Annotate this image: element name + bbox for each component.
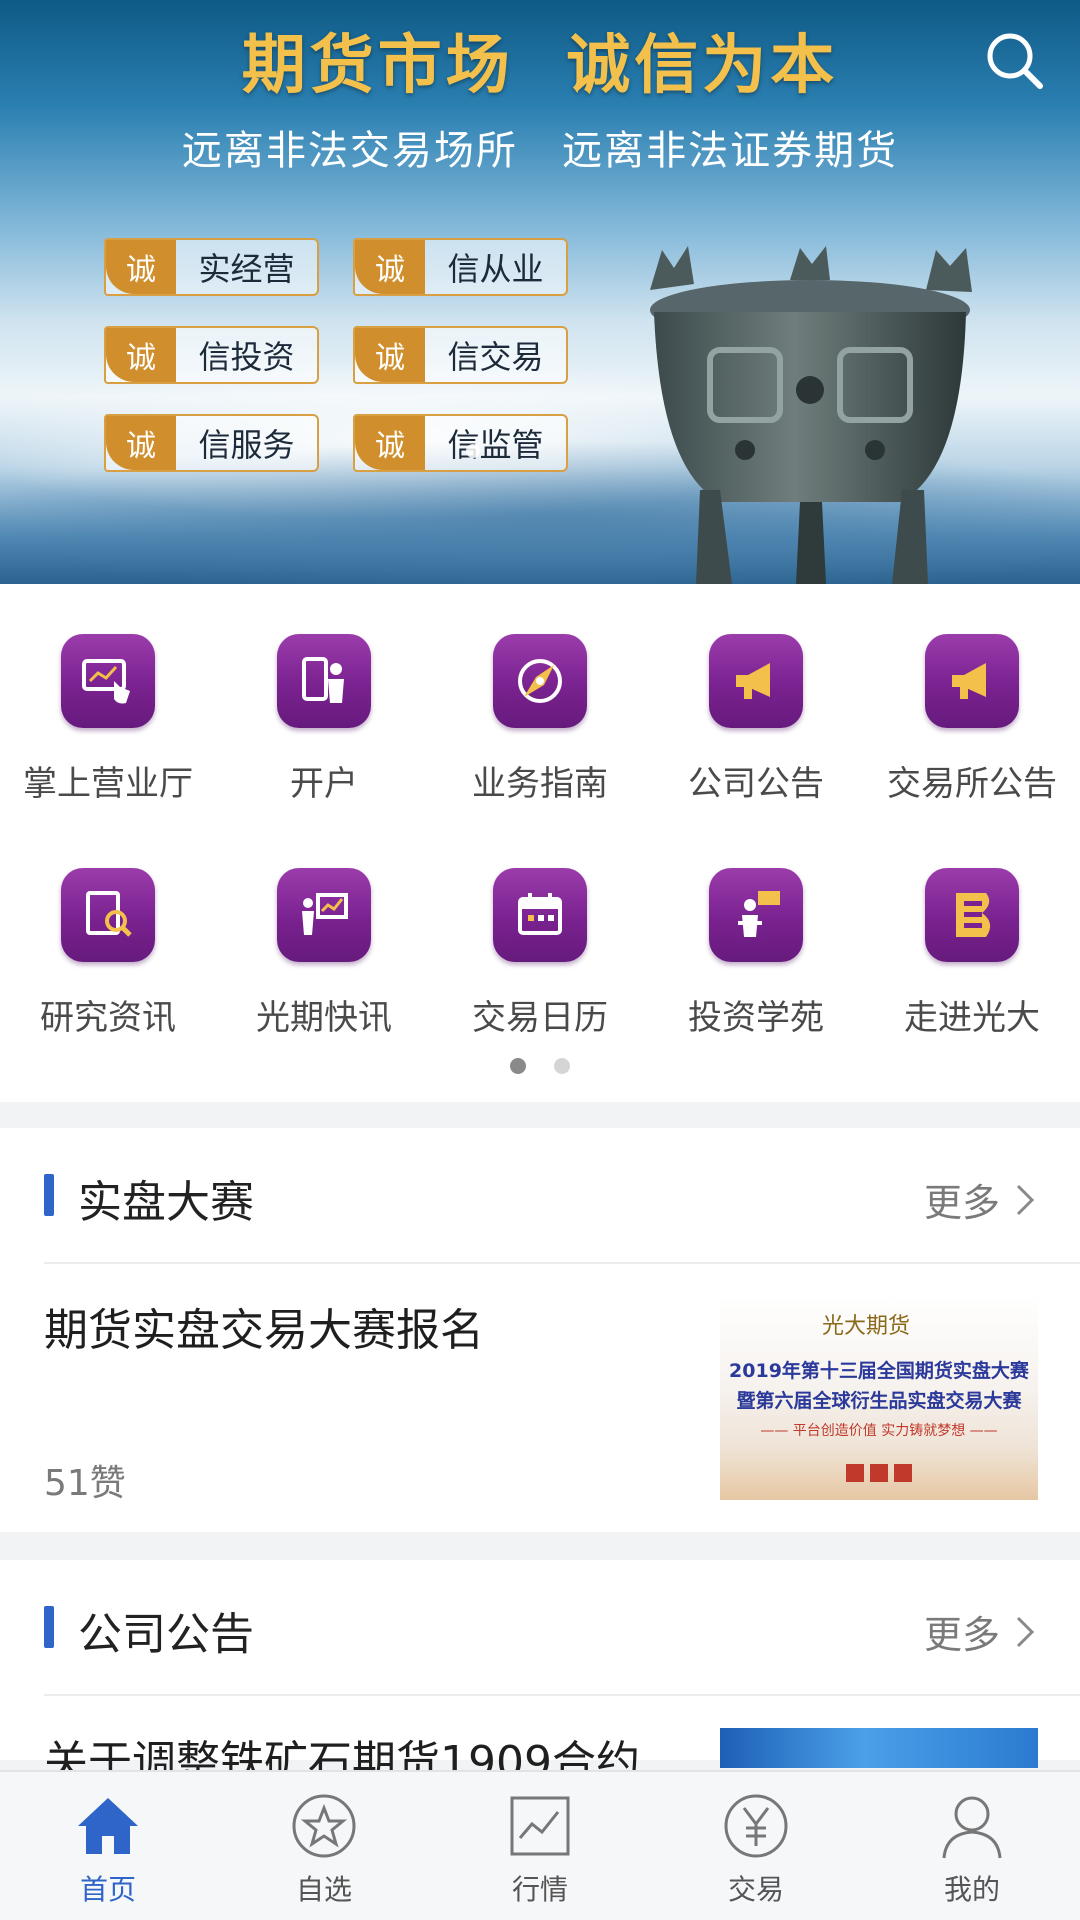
thumbnail-logo: 光大期货 [822, 1314, 911, 1339]
lecturer-icon [709, 868, 803, 962]
quick-menu-grid: 掌上营业厅 开户 业务指南 公司公告 交易所公告 研究资讯 光期快讯 交易日历 … [0, 634, 1080, 1102]
tag-char: 诚 [355, 328, 425, 382]
report-search-icon [61, 868, 155, 962]
menu-item-label: 交易日历 [472, 998, 608, 1038]
search-icon [987, 33, 1043, 89]
tag-char: 诚 [355, 416, 425, 470]
menu-item-label: 交易所公告 [887, 764, 1057, 804]
tab-market[interactable]: 行情 [432, 1772, 648, 1920]
tab-label: 行情 [511, 1873, 568, 1906]
tag-text: 信服务 [198, 426, 295, 464]
live-contest-section: 实盘大赛 更多 期货实盘交易大赛报名 51赞 光大期货 2019年第十三届全国期… [0, 1128, 1080, 1532]
user-icon [936, 1790, 1008, 1862]
banner-indicator-dot[interactable] [466, 444, 480, 458]
banner-subtitle: 远离非法交易场所 远离非法证券期货 [181, 128, 899, 174]
pager-dot[interactable] [554, 1058, 570, 1074]
search-button[interactable] [982, 28, 1046, 92]
thumbnail-headline-2: 暨第六届全球衍生品实盘交易大赛 [736, 1390, 1022, 1412]
tab-label: 交易 [727, 1873, 784, 1906]
tag-char: 诚 [355, 240, 425, 294]
menu-item-label: 投资学苑 [688, 998, 824, 1038]
article-title[interactable]: 期货实盘交易大赛报名 [44, 1294, 484, 1358]
tablet-touch-icon [61, 634, 155, 728]
article-likes: 51赞 [44, 1463, 126, 1504]
tag-text: 信投资 [198, 338, 295, 376]
divider [44, 1694, 1080, 1696]
integrity-tag: 诚 信投资 [104, 326, 319, 384]
chart-line-icon [504, 1790, 576, 1862]
more-link[interactable]: 更多 [924, 1604, 1036, 1659]
tab-trade[interactable]: 交易 [648, 1772, 864, 1920]
tab-watchlist[interactable]: 自选 [216, 1772, 432, 1920]
menu-item-exchange-notice[interactable]: 交易所公告 [864, 634, 1080, 868]
star-circle-icon [288, 1790, 360, 1862]
tag-text: 实经营 [198, 250, 295, 288]
banner-title: 期货市场 诚信为本 [241, 29, 839, 103]
tab-label: 首页 [79, 1873, 136, 1906]
pager-dot-active[interactable] [510, 1058, 526, 1074]
menu-item-label: 公司公告 [688, 764, 824, 804]
brand-e-icon [925, 868, 1019, 962]
home-icon [72, 1790, 144, 1862]
seal-icon [870, 1464, 888, 1482]
integrity-tag: 诚 实经营 [104, 238, 319, 296]
seal-icon [894, 1464, 912, 1482]
section-header: 实盘大赛 更多 [0, 1128, 1080, 1262]
menu-item-label: 光期快讯 [256, 998, 392, 1038]
tab-label: 我的 [943, 1873, 1000, 1906]
tag-char: 诚 [106, 416, 176, 470]
integrity-tag: 诚 信交易 [353, 326, 568, 384]
chevron-right-icon [1016, 1184, 1035, 1215]
menu-item-label: 开户 [290, 764, 358, 804]
integrity-tag: 诚 信服务 [104, 414, 319, 472]
menu-pager [0, 1058, 1080, 1074]
menu-item-label: 走进光大 [904, 998, 1040, 1038]
section-accent-bar [44, 1174, 54, 1216]
article-thumbnail[interactable] [720, 1728, 1038, 1768]
seal-icon [846, 1464, 864, 1482]
phone-person-icon [277, 634, 371, 728]
more-label: 更多 [923, 1181, 1000, 1225]
quick-menu-panel: 掌上营业厅 开户 业务指南 公司公告 交易所公告 研究资讯 光期快讯 交易日历 … [0, 584, 1080, 1102]
presenter-chart-icon [277, 868, 371, 962]
integrity-tag: 诚 信监管 [353, 414, 568, 472]
section-header: 公司公告 更多 [0, 1560, 1080, 1694]
bottom-tab-bar: 首页 自选 行情 交易 我的 [0, 1770, 1080, 1920]
tab-home[interactable]: 首页 [0, 1772, 216, 1920]
integrity-tags: 诚 实经营 诚 信从业 诚 信投资 诚 信交易 诚 信服务 诚 信监管 [104, 238, 574, 472]
megaphone-icon [925, 634, 1019, 728]
calendar-icon [493, 868, 587, 962]
yen-circle-icon [720, 1790, 792, 1862]
more-link[interactable]: 更多 [924, 1172, 1036, 1227]
section-title: 实盘大赛 [78, 1177, 254, 1228]
hero-banner[interactable]: 期货市场 诚信为本 远离非法交易场所 远离非法证券期货 诚 实经营 诚 信从业 … [0, 0, 1080, 584]
menu-item-label: 研究资讯 [40, 998, 176, 1038]
menu-item-mobile-hall[interactable]: 掌上营业厅 [0, 634, 216, 868]
tag-char: 诚 [106, 328, 176, 382]
integrity-tag: 诚 信从业 [353, 238, 568, 296]
menu-item-company-notice[interactable]: 公司公告 [648, 634, 864, 868]
tag-char: 诚 [106, 240, 176, 294]
thumbnail-headline: 2019年第十三届全国期货实盘大赛 [729, 1360, 1029, 1382]
company-notice-section: 公司公告 更多 关于调整铁矿石期货1909合约 [0, 1560, 1080, 1788]
divider [44, 1262, 1080, 1264]
thumbnail-slogan: —— 平台创造价值 实力铸就梦想 —— [760, 1423, 998, 1439]
tag-text: 信从业 [447, 250, 544, 288]
section-accent-bar [44, 1606, 54, 1648]
menu-item-label: 掌上营业厅 [23, 764, 193, 804]
article-thumbnail[interactable]: 光大期货 2019年第十三届全国期货实盘大赛 暨第六届全球衍生品实盘交易大赛 —… [720, 1296, 1038, 1500]
chevron-right-icon [1016, 1616, 1035, 1647]
section-title: 公司公告 [78, 1609, 254, 1660]
tag-text: 信监管 [447, 426, 544, 464]
bronze-ding-image [650, 246, 972, 584]
megaphone-icon [709, 634, 803, 728]
tag-text: 信交易 [447, 338, 544, 376]
tab-mine[interactable]: 我的 [864, 1772, 1080, 1920]
menu-item-open-account[interactable]: 开户 [216, 634, 432, 868]
menu-item-label: 业务指南 [472, 764, 608, 804]
more-label: 更多 [923, 1613, 1000, 1657]
compass-icon [493, 634, 587, 728]
tab-label: 自选 [295, 1873, 352, 1906]
menu-item-business-guide[interactable]: 业务指南 [432, 634, 648, 868]
